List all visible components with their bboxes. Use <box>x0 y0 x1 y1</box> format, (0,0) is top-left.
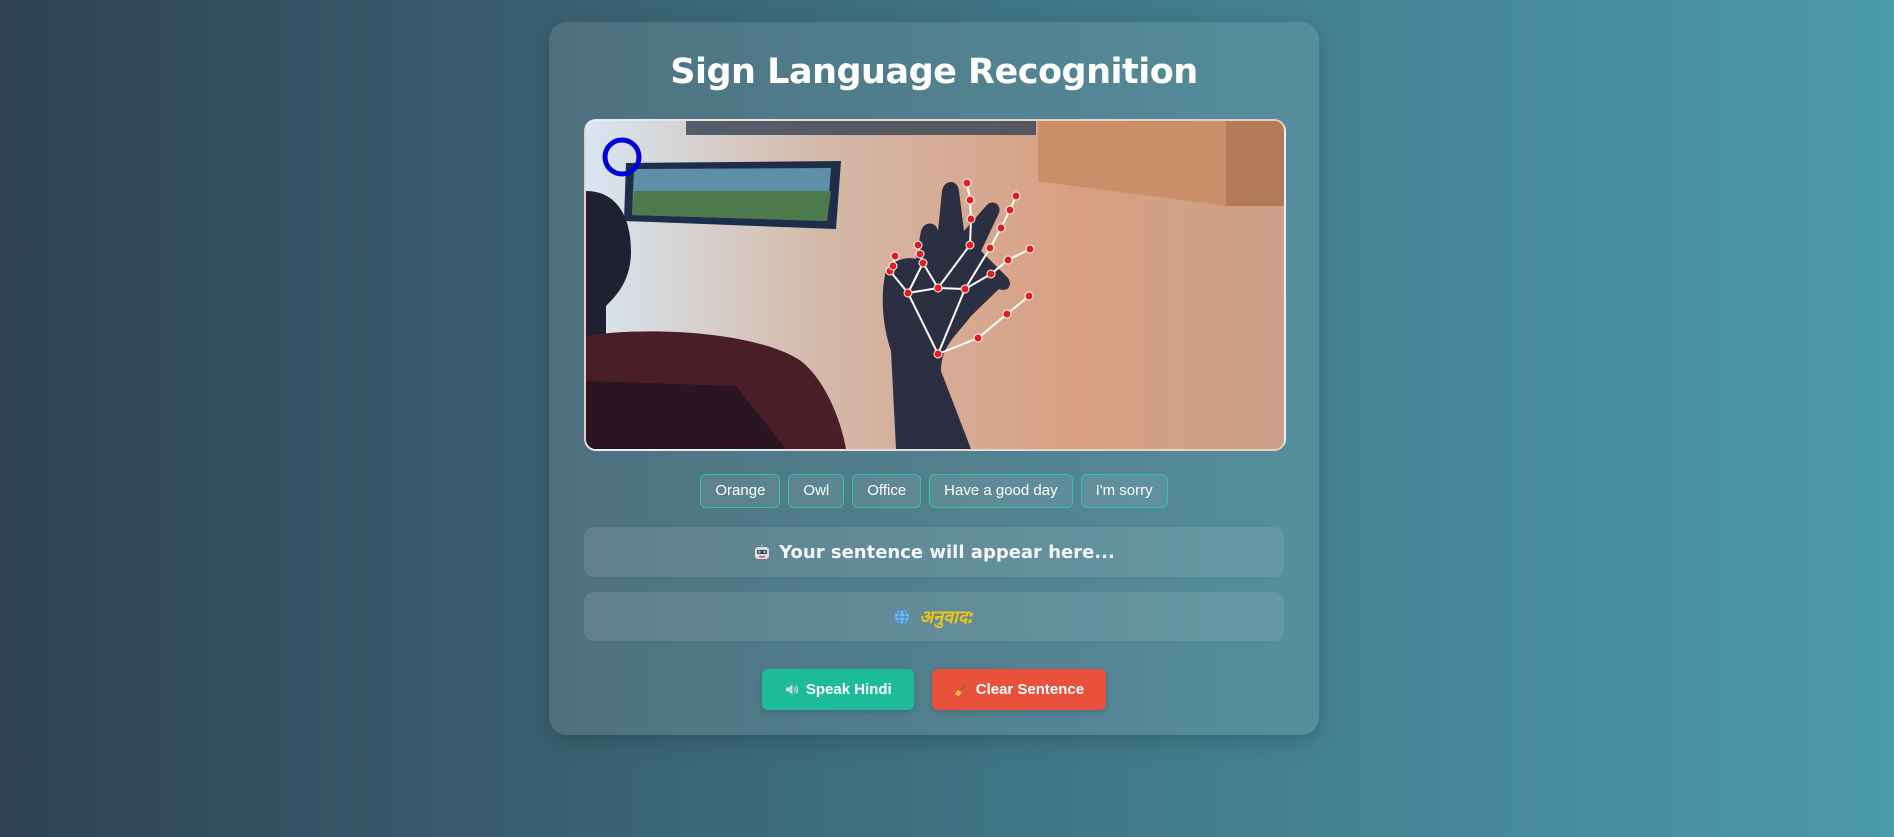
clear-sentence-label: Clear Sentence <box>975 681 1085 698</box>
speak-hindi-label: Speak Hindi <box>805 681 892 698</box>
action-buttons: Speak Hindi Clear Sentence <box>549 669 1319 710</box>
speaker-icon <box>785 684 799 695</box>
robot-icon <box>755 544 770 559</box>
word-button-have-a-good-day[interactable]: Have a good day <box>929 474 1073 508</box>
word-button-orange[interactable]: Orange <box>700 474 781 508</box>
page-title: Sign Language Recognition <box>670 52 1198 92</box>
camera-feed-scene <box>586 121 1284 449</box>
sentence-display: Your sentence will appear here... <box>584 527 1284 577</box>
word-suggestions: Orange Owl Office Have a good day I'm so… <box>549 474 1319 508</box>
word-button-im-sorry[interactable]: I'm sorry <box>1080 474 1168 508</box>
word-button-office[interactable]: Office <box>852 474 922 508</box>
wall-picture <box>624 161 841 229</box>
globe-icon <box>894 608 911 625</box>
speak-hindi-button[interactable]: Speak Hindi <box>761 669 914 710</box>
recognition-card: Sign Language Recognition Orange Owl Off… <box>549 22 1319 735</box>
sentence-text: Your sentence will appear here... <box>779 541 1115 563</box>
broom-icon <box>954 683 967 697</box>
camera-feed <box>584 119 1286 451</box>
clear-sentence-button[interactable]: Clear Sentence <box>931 669 1107 710</box>
translation-display: अनुवाद: <box>584 592 1284 641</box>
translation-label: अनुवाद: <box>919 606 975 628</box>
word-button-owl[interactable]: Owl <box>788 474 845 508</box>
